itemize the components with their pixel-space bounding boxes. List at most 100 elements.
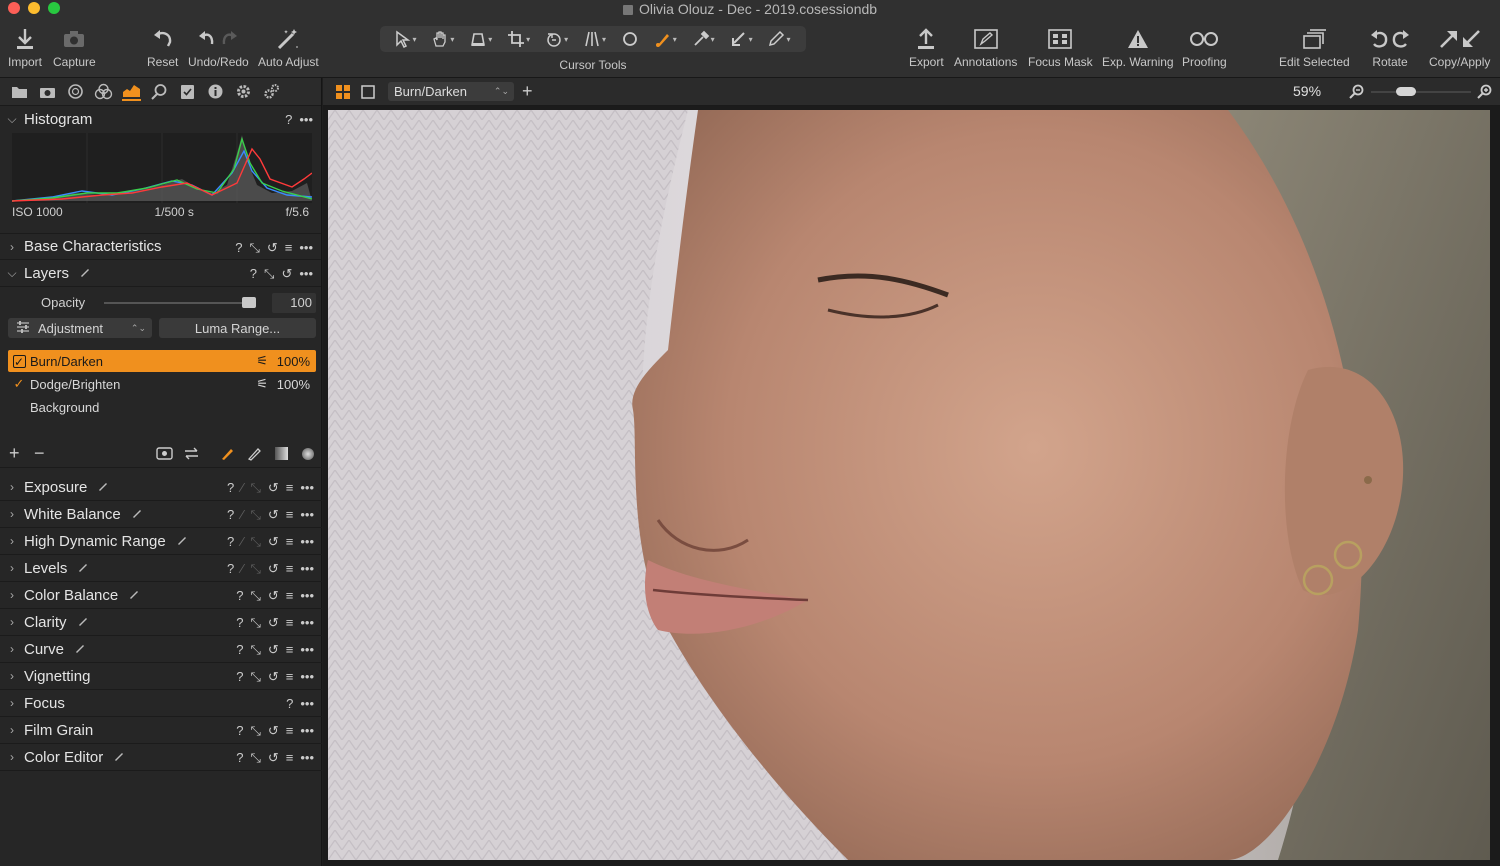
copy-apply-button[interactable]: Copy/Apply: [1429, 24, 1490, 69]
annotate-cursor-tool[interactable]: ▾: [730, 30, 753, 48]
help-icon[interactable]: ?: [227, 507, 234, 522]
erase-cursor-tool[interactable]: ▾: [767, 30, 791, 48]
reset-icon[interactable]: ↺: [268, 561, 279, 577]
more-icon[interactable]: •••: [299, 240, 313, 255]
adjustment-type-select[interactable]: Adjustment ⌃⌄: [8, 318, 152, 338]
undo-redo-button[interactable]: Undo/Redo: [188, 24, 249, 69]
copy-apply-icon[interactable]: ⤡: [250, 507, 260, 523]
layer-checkbox[interactable]: ✓: [8, 354, 30, 369]
single-view-icon[interactable]: [361, 85, 375, 104]
reset-icon[interactable]: ↺: [281, 266, 292, 282]
reset-icon[interactable]: ↺: [268, 534, 279, 550]
presets-icon[interactable]: ≡: [286, 534, 294, 549]
help-icon[interactable]: ?: [236, 669, 243, 684]
presets-icon[interactable]: ≡: [286, 588, 294, 603]
tool-section-clarity[interactable]: › Clarity? ⤡ ↺ ≡ •••: [0, 609, 322, 636]
tool-section-color-balance[interactable]: › Color Balance? ⤡ ↺ ≡ •••: [0, 582, 322, 609]
exposure-warning-button[interactable]: Exp. Warning: [1102, 24, 1174, 69]
tool-section-color-editor[interactable]: › Color Editor? ⤡ ↺ ≡ •••: [0, 744, 322, 771]
copy-apply-icon[interactable]: ⤡: [264, 266, 274, 282]
edit-selected-button[interactable]: Edit Selected: [1279, 24, 1350, 69]
draw-mask-cursor-tool[interactable]: ▾: [654, 30, 677, 48]
more-icon[interactable]: •••: [300, 534, 314, 549]
tool-section-exposure[interactable]: › Exposure? ⁄ ⤡ ↺ ≡ •••: [0, 474, 322, 501]
annotations-button[interactable]: Annotations: [954, 24, 1017, 69]
presets-icon[interactable]: ≡: [286, 561, 294, 576]
eye-icon[interactable]: [156, 447, 173, 465]
copy-apply-icon[interactable]: ⤡: [250, 723, 260, 739]
reset-icon[interactable]: ↺: [268, 507, 279, 523]
reset-icon[interactable]: ↺: [268, 588, 279, 604]
reset-icon[interactable]: ↺: [268, 750, 279, 766]
presets-icon[interactable]: ≡: [286, 642, 294, 657]
add-layer-icon[interactable]: +: [9, 443, 20, 464]
zoom-slider-thumb[interactable]: [1396, 87, 1416, 96]
presets-icon[interactable]: ≡: [286, 507, 294, 522]
opacity-slider[interactable]: [104, 302, 256, 304]
spot-removal-cursor-tool[interactable]: [621, 30, 639, 48]
copy-apply-icon[interactable]: ⤡: [250, 561, 260, 577]
more-icon[interactable]: •••: [300, 507, 314, 522]
tool-section-levels[interactable]: › Levels? ⁄ ⤡ ↺ ≡ •••: [0, 555, 322, 582]
more-icon[interactable]: •••: [300, 642, 314, 657]
tab-metadata[interactable]: [206, 82, 225, 101]
loupe-cursor-tool[interactable]: ▾: [469, 30, 492, 48]
help-icon[interactable]: ?: [236, 642, 243, 657]
opacity-value[interactable]: 100: [272, 293, 316, 313]
color-picker-cursor-tool[interactable]: ▾: [692, 30, 715, 48]
help-icon[interactable]: ?: [236, 615, 243, 630]
auto-adjust-button[interactable]: Auto Adjust: [258, 24, 319, 69]
capture-button[interactable]: Capture: [53, 24, 96, 69]
tab-output[interactable]: [234, 82, 253, 101]
reset-icon[interactable]: ↺: [268, 669, 279, 685]
copy-apply-icon[interactable]: ⤡: [250, 588, 260, 604]
reset-button[interactable]: Reset: [147, 24, 178, 69]
tool-section-film-grain[interactable]: › Film Grain? ⤡ ↺ ≡ •••: [0, 717, 322, 744]
help-icon[interactable]: ?: [227, 561, 234, 576]
help-icon[interactable]: ?: [235, 240, 242, 255]
tab-color[interactable]: [94, 82, 113, 101]
copy-apply-icon[interactable]: ⤡: [250, 750, 260, 766]
tool-section-curve[interactable]: › Curve? ⤡ ↺ ≡ •••: [0, 636, 322, 663]
tool-section-vignetting[interactable]: › Vignetting? ⤡ ↺ ≡ •••: [0, 663, 322, 690]
presets-icon[interactable]: ≡: [286, 750, 294, 765]
rotate-button[interactable]: Rotate: [1367, 24, 1413, 69]
more-icon[interactable]: •••: [300, 480, 314, 495]
pan-cursor-tool[interactable]: ▾: [431, 30, 454, 48]
copy-apply-icon[interactable]: ⤡: [250, 615, 260, 631]
portrait-photo[interactable]: [328, 110, 1490, 860]
presets-icon[interactable]: ≡: [285, 240, 293, 255]
tab-library[interactable]: [10, 82, 29, 101]
export-button[interactable]: Export: [909, 24, 944, 69]
presets-icon[interactable]: ≡: [286, 480, 294, 495]
copy-apply-icon[interactable]: ⤡: [250, 669, 260, 685]
copy-apply-icon[interactable]: ⤡: [250, 480, 260, 496]
help-icon[interactable]: ?: [285, 112, 292, 127]
erase-mask-icon[interactable]: [247, 446, 262, 466]
remove-layer-icon[interactable]: −: [34, 443, 45, 464]
reset-icon[interactable]: ↺: [268, 642, 279, 658]
more-icon[interactable]: •••: [300, 696, 314, 711]
zoom-out-icon[interactable]: [1349, 84, 1364, 104]
tab-capture[interactable]: [38, 82, 57, 101]
draw-mask-icon[interactable]: [220, 446, 235, 466]
base-characteristics-header[interactable]: › Base Characteristics ? ⤡ ↺ ≡ •••: [0, 233, 321, 260]
more-icon[interactable]: •••: [300, 588, 314, 603]
help-icon[interactable]: ?: [286, 696, 293, 711]
zoom-in-icon[interactable]: [1477, 84, 1492, 104]
more-icon[interactable]: •••: [300, 750, 314, 765]
luma-range-button[interactable]: Luma Range...: [159, 318, 316, 338]
presets-icon[interactable]: ≡: [286, 669, 294, 684]
help-icon[interactable]: ?: [227, 480, 234, 495]
crop-cursor-tool[interactable]: ▾: [507, 30, 530, 48]
reset-icon[interactable]: ↺: [267, 240, 278, 256]
more-icon[interactable]: •••: [299, 112, 313, 127]
help-icon[interactable]: ?: [236, 723, 243, 738]
reset-icon[interactable]: ↺: [268, 723, 279, 739]
tool-section-white-balance[interactable]: › White Balance? ⁄ ⤡ ↺ ≡ •••: [0, 501, 322, 528]
tab-details[interactable]: [150, 82, 169, 101]
more-icon[interactable]: •••: [300, 561, 314, 576]
layers-header[interactable]: ⌵ Layers ? ⤡ ↺ •••: [0, 260, 321, 287]
grid-view-icon[interactable]: [336, 85, 350, 104]
layer-select[interactable]: Burn/Darken ⌃⌄: [388, 82, 514, 101]
